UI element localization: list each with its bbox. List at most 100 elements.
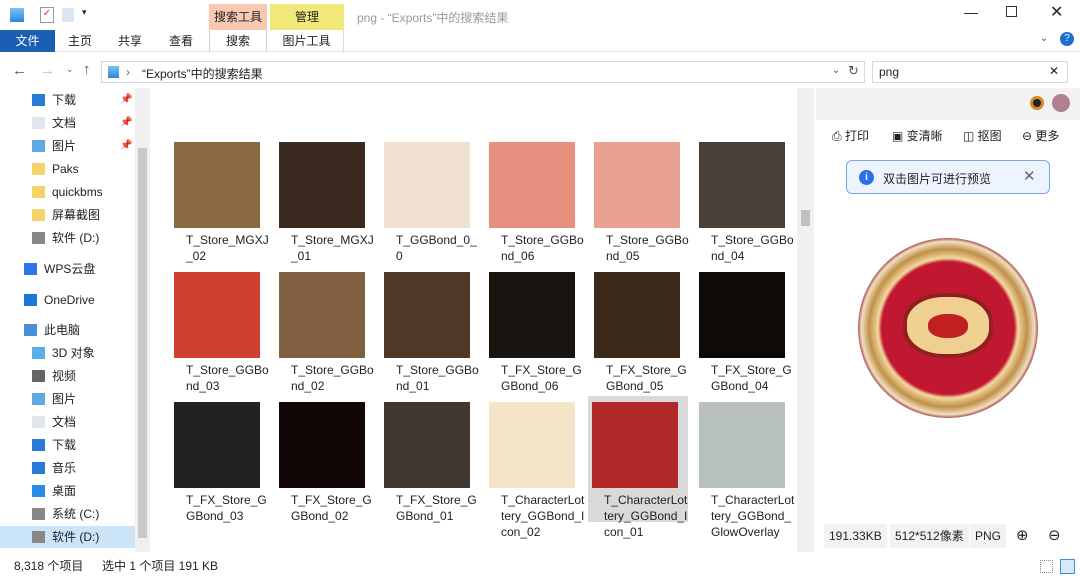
file-item[interactable]: T_FX_Store_GGBond_02 [275, 396, 375, 523]
sidebar-item[interactable]: 此电脑 [0, 319, 135, 341]
sidebar-item[interactable]: 下载 [0, 434, 135, 456]
file-item[interactable]: T_CharacterLottery_GGBond_GlowOverlay [695, 396, 795, 539]
address-input[interactable]: › “Exports”中的搜索结果 ⌄ ↻ [101, 61, 865, 83]
collapse-ribbon-icon[interactable]: ⌄ [1040, 33, 1048, 44]
file-name: T_GGBond_0_0 [396, 233, 477, 263]
sidebar-item[interactable]: 软件 (D:) [0, 526, 135, 548]
zoom-in-icon[interactable]: ⊕ [1016, 526, 1029, 544]
sidebar-item-label: 3D 对象 [52, 346, 95, 360]
close-button[interactable]: ✕ [1050, 2, 1063, 22]
search-input[interactable]: png ✕ [872, 61, 1068, 83]
tab-search[interactable]: 搜索 [209, 30, 267, 52]
sidebar-item[interactable]: Paks [0, 158, 135, 180]
up-button[interactable]: ↑ [83, 61, 91, 78]
file-thumbnail [592, 402, 678, 488]
recent-locations-icon[interactable]: ⌄ [66, 64, 74, 75]
sidebar-item[interactable]: 文档 📌 [0, 112, 135, 134]
download-icon [32, 94, 45, 106]
quick-access-dropdown-icon[interactable]: ▾ [82, 7, 87, 18]
maximize-button[interactable] [1006, 6, 1017, 17]
tab-picture-tools[interactable]: 图片工具 [270, 30, 344, 52]
sidebar-item[interactable]: 软件 (D:) [0, 227, 135, 249]
tab-file[interactable]: 文件 [0, 30, 55, 52]
file-item[interactable]: T_Store_MGXJ_01 [275, 136, 375, 263]
file-item[interactable]: T_CharacterLottery_GGBond_Icon_02 [485, 396, 585, 539]
3d-icon [32, 347, 45, 359]
sidebar-item[interactable]: 视频 [0, 365, 135, 387]
sidebar-item[interactable]: 桌面 [0, 480, 135, 502]
enhance-button[interactable]: ▣ 变清晰 [892, 127, 943, 144]
file-item[interactable]: T_Store_GGBond_06 [485, 136, 585, 263]
tab-view[interactable]: 查看 [161, 30, 201, 52]
print-button[interactable]: ⎙ 打印 [832, 127, 869, 144]
back-button[interactable]: ← [12, 62, 27, 79]
file-item[interactable]: T_Store_GGBond_01 [380, 266, 480, 393]
ribbon-tabs: 文件 主页 共享 查看 搜索 图片工具 ⌄ ? [0, 30, 1080, 52]
file-name: T_Store_GGBond_03 [186, 363, 269, 393]
clear-search-icon[interactable]: ✕ [1049, 64, 1059, 78]
sidebar-item[interactable]: 音乐 [0, 457, 135, 479]
pin-icon: 📌 [120, 140, 133, 151]
computer-icon [24, 324, 37, 336]
sidebar-item[interactable]: OneDrive [0, 289, 135, 311]
sidebar-item[interactable]: 屏幕截图 [0, 204, 135, 226]
tip-text: 双击图片可进行预览 [883, 172, 992, 186]
forward-button[interactable]: → [40, 62, 55, 79]
zoom-out-icon[interactable]: ⊖ [1048, 526, 1061, 544]
document-icon [32, 117, 45, 129]
file-item[interactable]: T_FX_Store_GGBond_03 [170, 396, 270, 523]
file-item[interactable]: T_FX_Store_GGBond_04 [695, 266, 795, 393]
details-view-button[interactable] [1040, 560, 1053, 573]
file-thumbnail [699, 142, 785, 228]
file-item[interactable]: T_Store_GGBond_05 [590, 136, 690, 263]
file-item[interactable]: T_Store_GGBond_02 [275, 266, 375, 393]
file-name: T_FX_Store_GGBond_03 [186, 493, 267, 523]
sidebar-item[interactable]: WPS云盘 [0, 258, 135, 280]
minimize-button[interactable]: — [964, 4, 978, 20]
sidebar-item[interactable]: 图片 📌 [0, 135, 135, 157]
sidebar-item[interactable]: 3D 对象 [0, 342, 135, 364]
close-tip-icon[interactable]: ✕ [1023, 167, 1036, 185]
help-icon[interactable]: ? [1060, 32, 1074, 46]
file-size: 191.33KB [824, 524, 887, 548]
sidebar-item[interactable]: 图片 [0, 388, 135, 410]
file-name: T_Store_GGBond_01 [396, 363, 479, 393]
sidebar-item-label: WPS云盘 [44, 262, 96, 276]
tab-share[interactable]: 共享 [110, 30, 150, 52]
sidebar-item-label: 软件 (D:) [52, 231, 100, 245]
large-icons-view-button[interactable] [1060, 559, 1075, 574]
address-dropdown-icon[interactable]: ⌄ [832, 65, 840, 76]
refresh-icon[interactable]: ↻ [848, 63, 859, 79]
cloud-icon [24, 263, 37, 275]
new-folder-icon[interactable] [62, 8, 74, 22]
cutout-button[interactable]: ◫ 抠图 [963, 127, 1002, 144]
avatar[interactable] [1052, 94, 1070, 112]
more-button[interactable]: ⊖ 更多 [1022, 127, 1059, 144]
file-item[interactable]: T_GGBond_0_0 [380, 136, 480, 263]
file-thumbnail [174, 142, 260, 228]
sidebar-item[interactable]: 系统 (C:) [0, 503, 135, 525]
file-item[interactable]: T_CharacterLottery_GGBond_Icon_01 [588, 396, 688, 539]
file-item[interactable]: T_FX_Store_GGBond_06 [485, 266, 585, 393]
tab-home[interactable]: 主页 [60, 30, 100, 52]
file-item[interactable]: T_FX_Store_GGBond_01 [380, 396, 480, 523]
sidebar-item[interactable]: 下载 📌 [0, 89, 135, 111]
app-badge-icon[interactable] [1030, 96, 1044, 110]
properties-icon[interactable]: ✓ [40, 7, 54, 23]
sidebar-item-label: Paks [52, 162, 79, 176]
preview-image[interactable] [858, 238, 1038, 418]
content-scrollbar[interactable] [797, 88, 814, 552]
file-item[interactable]: T_Store_MGXJ_02 [170, 136, 270, 263]
sidebar-item-label: 此电脑 [44, 323, 81, 337]
pin-icon: 📌 [120, 117, 133, 128]
file-name: T_CharacterLottery_GGBond_Icon_01 [604, 493, 688, 539]
pin-icon: 📌 [120, 94, 133, 105]
file-item[interactable]: T_Store_GGBond_03 [170, 266, 270, 393]
file-item[interactable]: T_FX_Store_GGBond_05 [590, 266, 690, 393]
sidebar-scrollbar[interactable] [135, 88, 150, 552]
breadcrumb[interactable]: “Exports”中的搜索结果 [142, 65, 263, 82]
file-item[interactable]: T_Store_GGBond_04 [695, 136, 795, 263]
context-tab-search-tools: 搜索工具 [209, 4, 267, 30]
sidebar-item[interactable]: 文档 [0, 411, 135, 433]
sidebar-item[interactable]: quickbms [0, 181, 135, 203]
